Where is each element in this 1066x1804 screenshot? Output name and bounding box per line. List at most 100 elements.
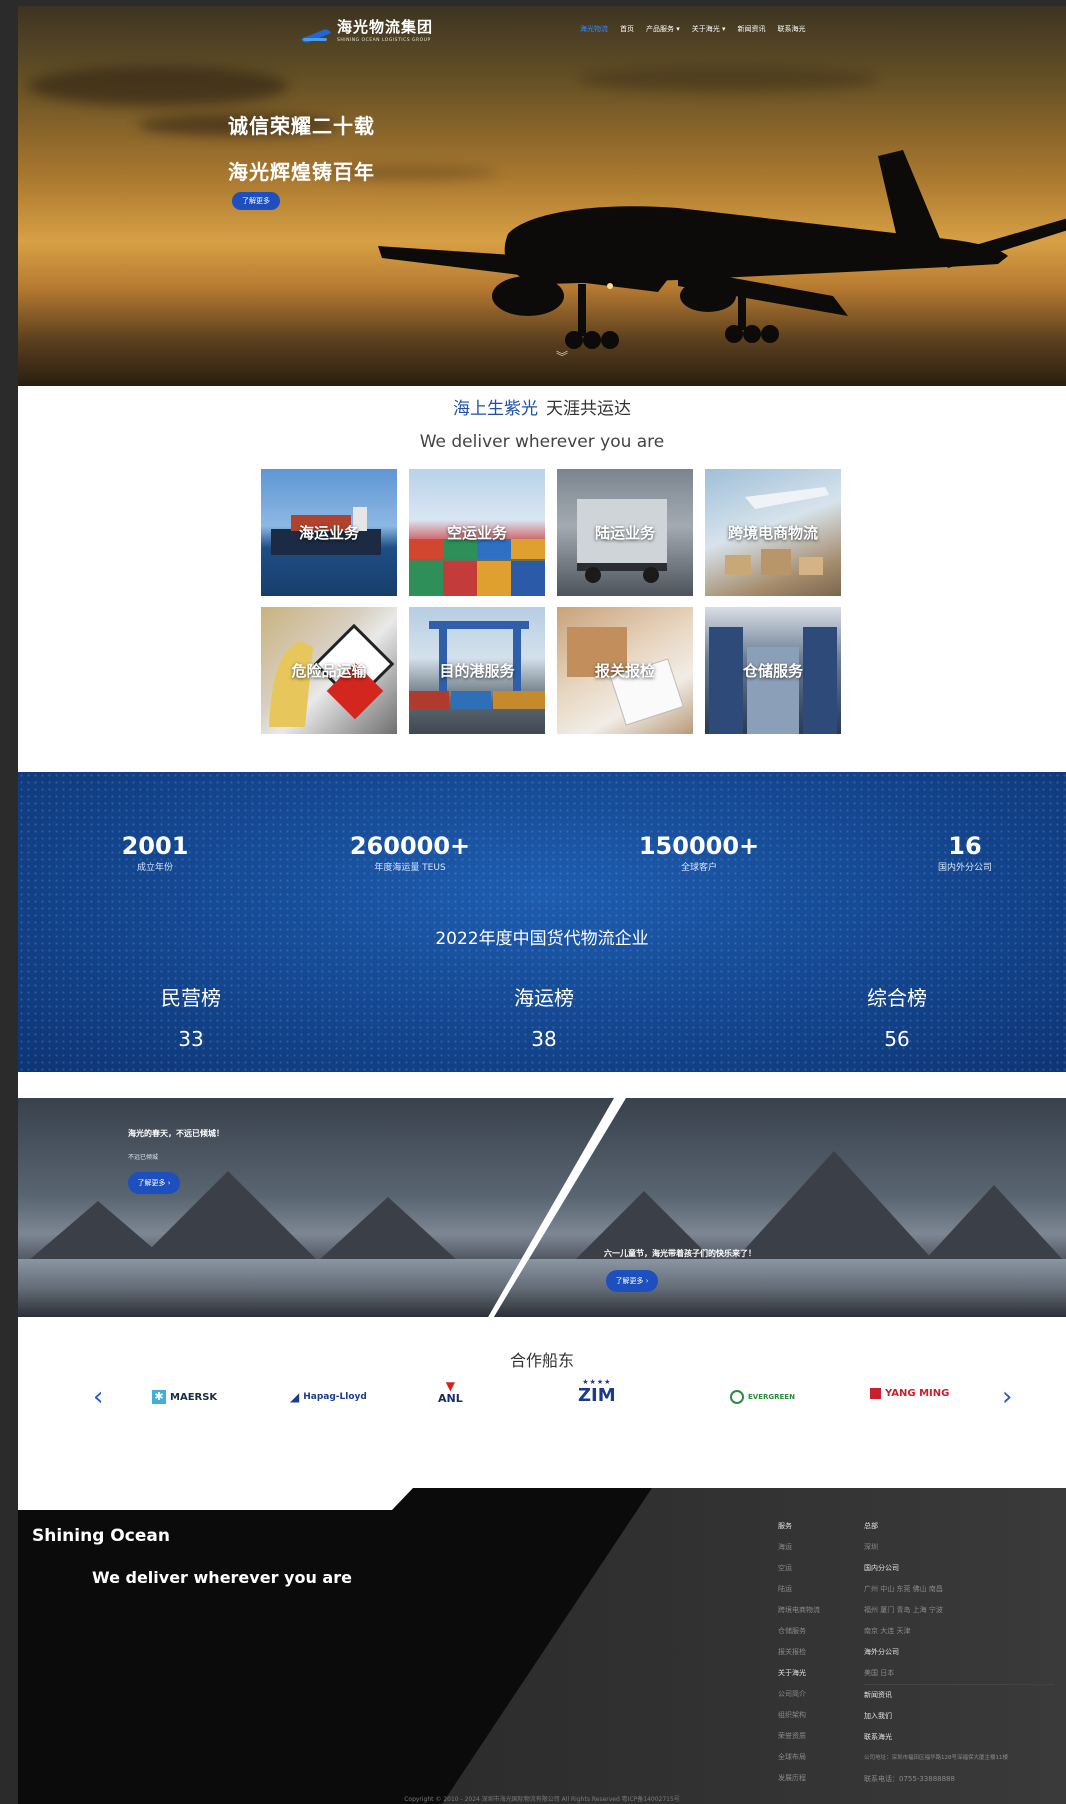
stat-founded: 2001 成立年份 <box>90 832 220 873</box>
footer-link[interactable]: 海运 <box>778 1537 820 1558</box>
footer-link[interactable]: 荣誉资质 <box>778 1726 820 1747</box>
stat-label: 年度海运量 TEUS <box>374 863 446 873</box>
stat-value: 2001 <box>121 832 189 860</box>
footer-brand: Shining Ocean <box>32 1526 170 1546</box>
footer-text: 深圳 <box>864 1543 878 1551</box>
service-tile-land[interactable]: 陆运业务 <box>557 469 693 596</box>
rank-name: 民营榜 <box>161 986 221 1010</box>
nav-item-products[interactable]: 产品服务 ▾ <box>646 24 680 34</box>
service-tile-sea[interactable]: 海运业务 <box>261 469 397 596</box>
nav-item-contact[interactable]: 联系海光 <box>778 24 806 34</box>
footer-links-offices: 总部 深圳 国内分公司 广州 中山 东莞 佛山 南昌 福州 厦门 青岛 上海 宁… <box>864 1516 1054 1790</box>
partner-logo-evergreen[interactable]: EVERGREEN <box>730 1390 795 1404</box>
news-right-button[interactable]: 了解更多 › <box>606 1270 658 1292</box>
news-left-button[interactable]: 了解更多 › <box>128 1172 180 1194</box>
rank-private: 民营榜 33 <box>121 982 261 1051</box>
footer-link[interactable]: 仓储服务 <box>778 1621 820 1642</box>
partner-name: ANL <box>438 1392 463 1405</box>
stat-customers: 150000+ 全球客户 <box>624 832 774 873</box>
news-left-title[interactable]: 海光的春天，不远已倾城！ <box>128 1128 224 1139</box>
mountain-shape <box>924 1185 1064 1261</box>
hero-cloud <box>578 66 878 92</box>
service-tile-ecommerce[interactable]: 跨境电商物流 <box>705 469 841 596</box>
footer-text: 福州 厦门 青岛 上海 宁波 <box>864 1606 943 1614</box>
news-right-title[interactable]: 六一儿童节，海光带着孩子们的快乐来了！ <box>604 1248 756 1259</box>
stat-label: 全球客户 <box>680 863 717 873</box>
copyright: Copyright © 2010 - 2024 深圳市海光国际物流有限公司 Al… <box>404 1796 680 1803</box>
footer-phone: 联系电话：0755-33888888 <box>864 1775 955 1783</box>
partners-next-arrow-icon[interactable]: › <box>1002 1382 1012 1412</box>
footer-link[interactable]: 陆运 <box>778 1579 820 1600</box>
footer-text: 广州 中山 东莞 佛山 南昌 <box>864 1585 943 1593</box>
hero-banner: 海光物流集团 SHINING OCEAN LOGISTICS GROUP 海光物… <box>18 6 1066 386</box>
footer-link[interactable]: 发展历程 <box>778 1768 820 1789</box>
service-label: 报关报检 <box>594 662 655 680</box>
service-tile-customs[interactable]: 报关报检 <box>557 607 693 734</box>
rank-value: 33 <box>178 1027 204 1051</box>
partner-logo-maersk[interactable]: ✱ MAERSK <box>152 1390 217 1404</box>
airplane-silhouette <box>378 150 1066 349</box>
site-footer: Shining Ocean We deliver wherever you ar… <box>18 1488 1066 1804</box>
partners-title: 合作船东 <box>509 1351 574 1370</box>
partner-name: ZIM <box>578 1385 616 1406</box>
hero-learn-more-button[interactable]: 了解更多 <box>232 192 280 210</box>
news-banners: 海光的春天，不远已倾城！ 不远已倾城 了解更多 › 六一儿童节，海光带着孩子们的… <box>18 1098 1066 1317</box>
service-label: 跨境电商物流 <box>727 524 818 542</box>
logo-english-name: SHINING OCEAN LOGISTICS GROUP <box>337 38 431 43</box>
service-tile-destination[interactable]: 目的港服务 <box>409 607 545 734</box>
service-label: 危险品运输 <box>291 662 367 680</box>
nav-item-about[interactable]: 关于海光 ▾ <box>692 24 726 34</box>
logo-swoosh-icon <box>300 19 332 44</box>
footer-link[interactable]: 公司简介 <box>778 1684 820 1705</box>
rank-name: 海运榜 <box>514 986 574 1010</box>
service-label: 仓储服务 <box>742 662 803 680</box>
footer-link[interactable]: 全球布局 <box>778 1747 820 1768</box>
footer-link[interactable]: 跨境电商物流 <box>778 1600 820 1621</box>
evergreen-emblem-icon <box>730 1390 744 1404</box>
rank-value: 38 <box>531 1027 557 1051</box>
anl-triangle-icon: ▼ <box>445 1379 455 1393</box>
service-label: 陆运业务 <box>594 524 655 542</box>
nav-item-home[interactable]: 首页 <box>620 24 634 34</box>
stat-teus: 260000+ 年度海运量 TEUS <box>335 832 485 873</box>
partner-name: YANG MING <box>885 1388 950 1399</box>
news-left-subtitle: 不远已倾城 <box>128 1154 159 1161</box>
service-tile-air[interactable]: 空运业务 <box>409 469 545 596</box>
stat-value: 150000+ <box>638 832 760 860</box>
stat-value: 260000+ <box>349 832 471 860</box>
partner-logo-hapag-lloyd[interactable]: ◢ Hapag-Lloyd <box>290 1390 367 1404</box>
footer-link[interactable]: 组织架构 <box>778 1705 820 1726</box>
partner-logo-carousel: ✱ MAERSK ◢ Hapag-Lloyd ▼ ANL ★★★★ ZIM EV… <box>152 1378 952 1418</box>
footer-col-heading: 总部 <box>864 1522 878 1530</box>
rank-name: 综合榜 <box>867 986 927 1010</box>
service-tile-warehouse[interactable]: 仓储服务 <box>705 607 841 734</box>
partner-logo-zim[interactable]: ★★★★ ZIM <box>578 1378 616 1406</box>
footer-link[interactable]: 空运 <box>778 1558 820 1579</box>
mountain-shape <box>734 1151 934 1261</box>
main-nav: 海光物流 首页 产品服务 ▾ 关于海光 ▾ 新闻资讯 联系海光 <box>580 24 806 34</box>
footer-link-contact[interactable]: 联系海光 <box>864 1727 1054 1748</box>
partner-name: MAERSK <box>170 1391 218 1403</box>
cloud-sea <box>494 1259 1066 1317</box>
scroll-down-icon[interactable]: ︾ <box>556 351 568 363</box>
slogan: 海上生紫光 天涯共运达 <box>18 394 1066 419</box>
hapag-lloyd-mark-icon: ◢ <box>290 1390 300 1404</box>
footer-link-news[interactable]: 新闻资讯 <box>864 1685 1054 1706</box>
service-tile-hazmat[interactable]: 危险品运输 <box>261 607 397 734</box>
footer-link-join[interactable]: 加入我们 <box>864 1706 1054 1727</box>
slogan-part-a: 海上生紫光 <box>453 399 538 419</box>
partner-logo-yang-ming[interactable]: YANG MING <box>870 1388 949 1399</box>
nav-item-haiguang[interactable]: 海光物流 <box>580 24 608 34</box>
partner-logo-anl[interactable]: ▼ ANL <box>438 1380 463 1405</box>
partner-name: EVERGREEN <box>748 1393 795 1401</box>
stat-label: 国内外分公司 <box>937 863 992 873</box>
footer-links-services: 服务 海运 空运 陆运 跨境电商物流 仓储服务 报关报检 关于海光 公司简介 组… <box>778 1516 820 1789</box>
stat-branches: 16 国内外分公司 <box>900 832 1030 873</box>
footer-slogan: We deliver wherever you are <box>92 1568 352 1587</box>
site-logo[interactable]: 海光物流集团 SHINING OCEAN LOGISTICS GROUP <box>300 16 433 44</box>
partners-prev-arrow-icon[interactable]: ‹ <box>93 1382 103 1412</box>
stat-label: 成立年份 <box>136 863 173 873</box>
footer-col-heading[interactable]: 关于海光 <box>778 1663 820 1684</box>
footer-link[interactable]: 报关报检 <box>778 1642 820 1663</box>
nav-item-news[interactable]: 新闻资讯 <box>738 24 766 34</box>
